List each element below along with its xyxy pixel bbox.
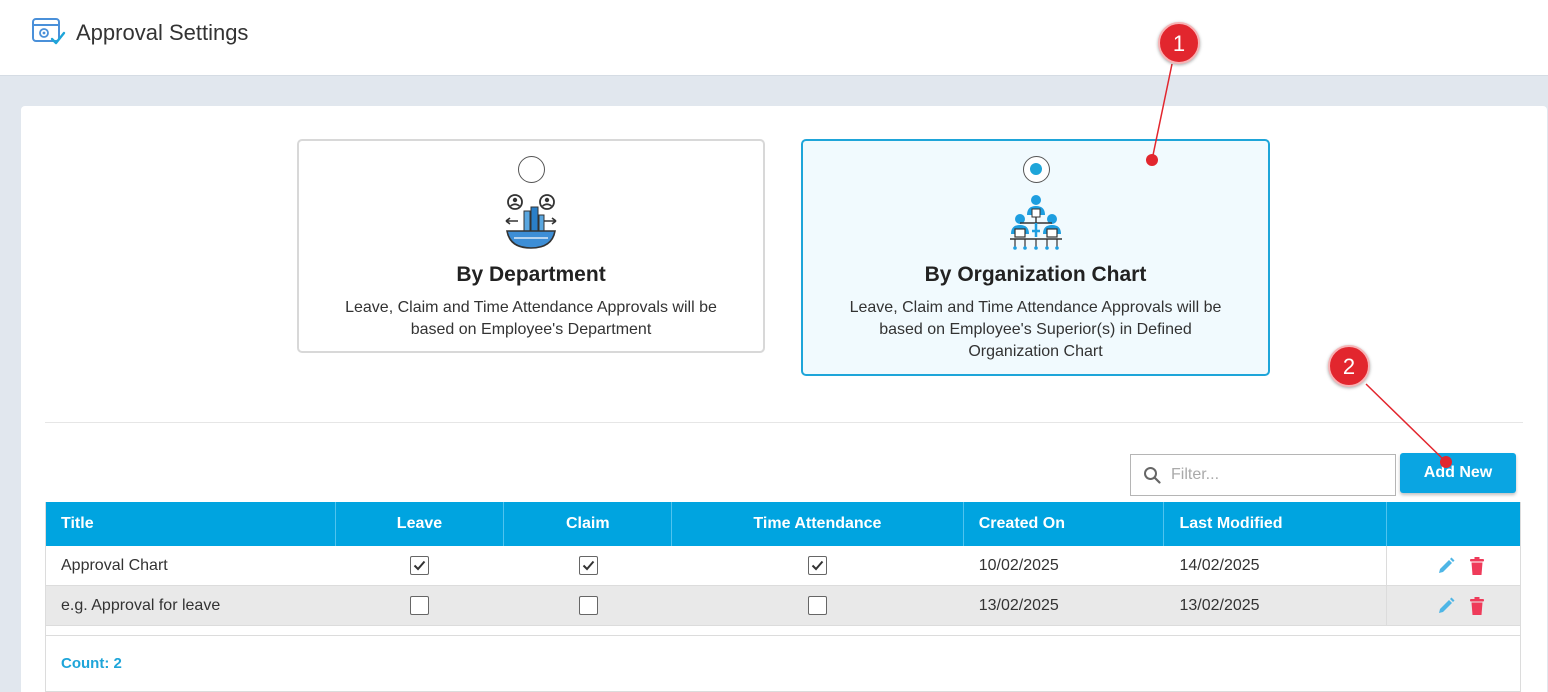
check-mark-icon [414, 560, 426, 571]
option-description: Leave, Claim and Time Attendance Approva… [849, 299, 1222, 360]
divider [45, 422, 1523, 423]
table-row[interactable]: Approval Chart 10/02/2025 14/02/2025 [46, 546, 1520, 586]
row-last-modified: 13/02/2025 [1164, 586, 1388, 625]
leave-checkbox[interactable] [410, 596, 430, 615]
approval-table: Title Leave Claim Time Attendance Create… [45, 502, 1521, 692]
column-header-created-on[interactable]: Created On [964, 502, 1165, 546]
row-title: e.g. Approval for leave [61, 596, 221, 614]
column-header-actions [1387, 502, 1520, 546]
org-chart-icon [1009, 195, 1062, 250]
edit-icon[interactable] [1437, 557, 1455, 575]
claim-checkbox[interactable] [578, 556, 598, 575]
radio-selected-dot [1029, 163, 1042, 175]
filter-box [1130, 454, 1396, 496]
table-spacer [46, 626, 1520, 636]
claim-checkbox[interactable] [578, 596, 598, 615]
row-created-on: 10/02/2025 [978, 556, 1059, 574]
option-title: By Organization Chart [924, 263, 1147, 286]
table-row[interactable]: e.g. Approval for leave 13/02/2025 13/02… [46, 586, 1520, 626]
row-title: Approval Chart [61, 556, 168, 574]
column-header-claim[interactable]: Claim [504, 502, 673, 546]
callout-badge-2: 2 [1328, 345, 1370, 387]
check-mark-icon [812, 560, 824, 571]
delete-icon[interactable] [1469, 596, 1485, 615]
edit-icon[interactable] [1437, 597, 1455, 615]
option-by-department[interactable]: By Department Leave, Claim and Time Atte… [297, 139, 765, 353]
time-attendance-checkbox[interactable] [808, 556, 828, 575]
check-mark-icon [582, 560, 595, 571]
leave-checkbox[interactable] [410, 556, 430, 575]
column-header-title[interactable]: Title [46, 502, 336, 546]
delete-icon[interactable] [1469, 556, 1485, 575]
column-header-leave[interactable]: Leave [336, 502, 505, 546]
time-attendance-checkbox[interactable] [808, 596, 828, 615]
radio-by-department[interactable] [518, 156, 545, 183]
column-header-last-modified[interactable]: Last Modified [1164, 502, 1388, 546]
filter-input[interactable] [1171, 463, 1381, 487]
option-description: Leave, Claim and Time Attendance Approva… [345, 299, 717, 338]
radio-by-organization-chart[interactable] [1022, 156, 1050, 183]
page-title: Approval Settings [76, 20, 249, 45]
option-title: By Department [456, 263, 606, 286]
settings-window-icon [32, 18, 66, 45]
callout-badge-1: 1 [1158, 22, 1200, 64]
table-header-row: Title Leave Claim Time Attendance Create… [46, 502, 1520, 546]
option-by-organization-chart[interactable]: By Organization Chart Leave, Claim and T… [801, 139, 1270, 376]
page-header: Approval Settings [0, 0, 1548, 76]
add-new-button[interactable]: Add New [1400, 453, 1516, 493]
settings-card: By Department Leave, Claim and Time Atte… [21, 106, 1547, 692]
record-count: Count: 2 [46, 636, 1520, 692]
row-created-on: 13/02/2025 [978, 596, 1059, 614]
row-last-modified: 14/02/2025 [1164, 546, 1388, 585]
search-icon [1144, 467, 1161, 484]
column-header-time-attendance[interactable]: Time Attendance [672, 502, 964, 546]
department-icon [505, 194, 557, 249]
